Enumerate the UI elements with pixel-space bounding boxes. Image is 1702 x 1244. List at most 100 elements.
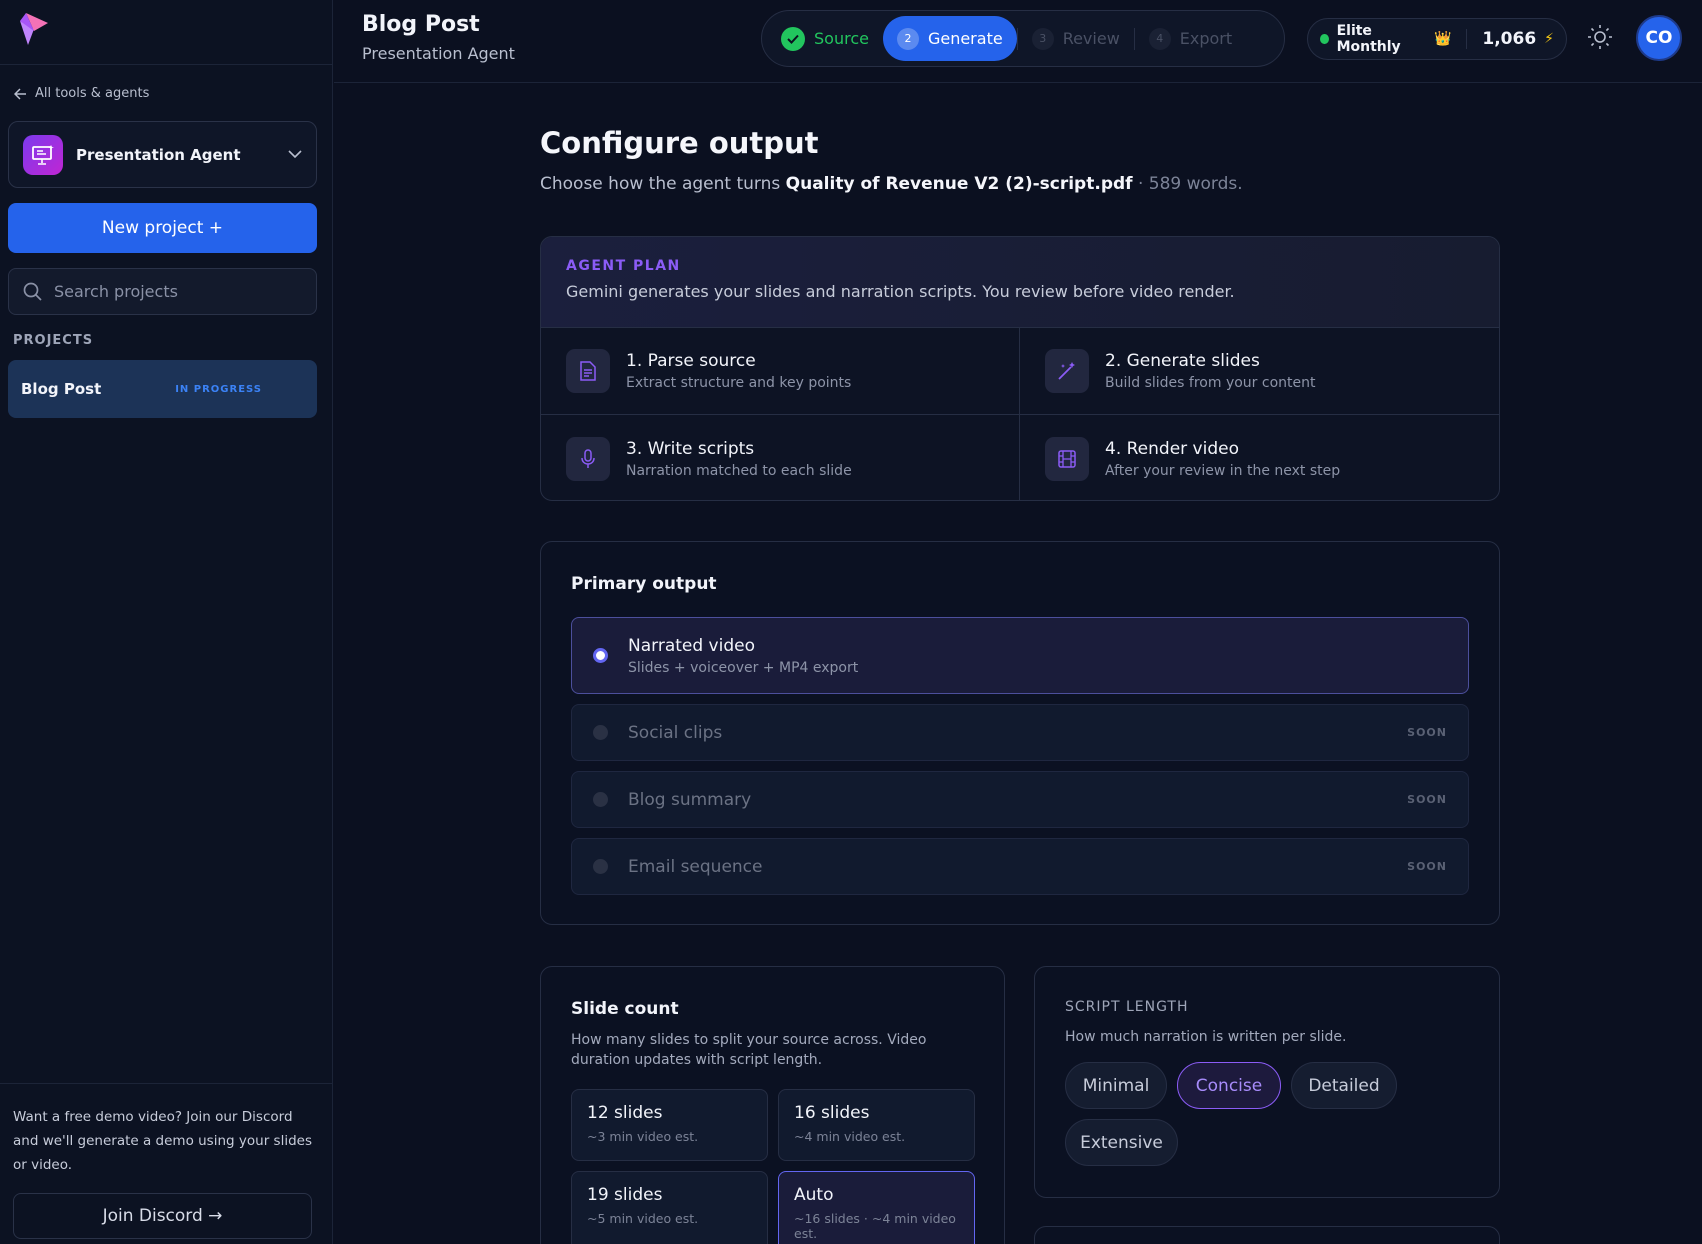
step-label: Generate: [927, 29, 1003, 48]
script-length-extensive[interactable]: Extensive: [1065, 1119, 1178, 1166]
slide-option-subtitle: ~16 slides · ~4 min video est.: [794, 1211, 956, 1241]
intro-prefix: Choose how the agent turns: [540, 174, 781, 194]
agent-name: Presentation Agent: [76, 145, 241, 164]
source-file-name: Quality of Revenue V2 (2)-script.pdf: [785, 174, 1133, 194]
output-option-social-clips: Social clips SOON: [571, 704, 1469, 761]
soon-badge: SOON: [1407, 793, 1447, 806]
slide-option-subtitle: ~5 min video est.: [587, 1211, 699, 1226]
document-icon: [566, 349, 610, 393]
project-name: Blog Post: [21, 380, 102, 398]
plan-step-title: 2. Generate slides: [1105, 351, 1260, 371]
presentation-icon: [23, 134, 63, 175]
radio-unselected: [593, 792, 608, 807]
output-option-narrated-video[interactable]: Narrated video Slides + voiceover + MP4 …: [571, 617, 1469, 694]
lightning-icon: ⚡: [1544, 31, 1554, 47]
configure-output-title: Configure output: [540, 126, 819, 160]
slide-option-19[interactable]: 19 slides ~5 min video est.: [571, 1171, 768, 1244]
option-subtitle: Slides + voiceover + MP4 export: [628, 659, 859, 676]
step-number: 4: [1148, 27, 1171, 50]
plan-credits-pill[interactable]: Elite Monthly 👑 1,066 ⚡: [1307, 18, 1567, 60]
script-length-card: SCRIPT LENGTH How much narration is writ…: [1034, 966, 1500, 1198]
slide-option-title: 16 slides: [794, 1103, 870, 1123]
check-icon: [781, 26, 805, 51]
agent-selector[interactable]: Presentation Agent: [8, 121, 317, 188]
search-box[interactable]: [8, 268, 317, 315]
option-title: Blog summary: [628, 789, 752, 810]
output-option-blog-summary: Blog summary SOON: [571, 771, 1469, 828]
film-icon: [1045, 436, 1089, 481]
script-length-label: SCRIPT LENGTH: [1065, 999, 1189, 1015]
step-label: Export: [1179, 29, 1233, 48]
plan-step: 2. Generate slides Build slides from you…: [1020, 328, 1499, 415]
all-tools-label: All tools & agents: [35, 86, 150, 101]
soon-badge: SOON: [1407, 726, 1447, 739]
script-length-concise[interactable]: Concise: [1177, 1062, 1281, 1109]
microphone-icon: [566, 436, 610, 481]
agent-plan-card: AGENT PLAN Gemini generates your slides …: [540, 236, 1500, 501]
magic-wand-icon: [1045, 349, 1089, 393]
slide-option-16[interactable]: 16 slides ~4 min video est.: [778, 1089, 975, 1161]
projects-heading: PROJECTS: [13, 333, 94, 348]
theme-toggle-sun-icon[interactable]: [1587, 24, 1613, 50]
page-title: Blog Post: [362, 12, 480, 37]
step-export[interactable]: 4 Export: [1135, 16, 1246, 61]
project-status-badge: IN PROGRESS: [175, 383, 262, 395]
status-dot: [1320, 34, 1329, 44]
step-number: 2: [896, 27, 919, 50]
word-count: 589 words.: [1148, 174, 1243, 194]
step-review[interactable]: 3 Review: [1018, 16, 1134, 61]
plan-step-subtitle: After your review in the next step: [1105, 462, 1341, 479]
agent-plan-label: AGENT PLAN: [566, 258, 681, 274]
plan-step: 4. Render video After your review in the…: [1020, 415, 1499, 500]
join-discord-button[interactable]: Join Discord →: [13, 1193, 312, 1239]
page-subtitle: Presentation Agent: [362, 44, 515, 63]
app-logo[interactable]: [18, 11, 50, 47]
progress-stepper: Source 2 Generate 3 Review 4 Export: [761, 10, 1285, 67]
output-option-email-sequence: Email sequence SOON: [571, 838, 1469, 895]
user-avatar[interactable]: CO: [1636, 15, 1682, 61]
plan-step: 1. Parse source Extract structure and ke…: [541, 328, 1020, 415]
radio-selected[interactable]: [593, 648, 608, 663]
step-generate[interactable]: 2 Generate: [882, 16, 1017, 61]
option-title: Social clips: [628, 722, 723, 743]
step-source[interactable]: Source: [767, 16, 883, 61]
slide-option-subtitle: ~4 min video est.: [794, 1129, 906, 1144]
sidebar-footer: Want a free demo video? Join our Discord…: [0, 1083, 333, 1244]
sidebar: All tools & agents Presentation Agent Ne…: [0, 0, 333, 1244]
all-tools-link[interactable]: All tools & agents: [14, 86, 149, 101]
agent-plan-header: AGENT PLAN Gemini generates your slides …: [541, 237, 1499, 328]
plan-step-title: 1. Parse source: [626, 351, 756, 371]
plan-step-title: 3. Write scripts: [626, 438, 755, 459]
plan-step-subtitle: Build slides from your content: [1105, 375, 1316, 391]
slide-option-12[interactable]: 12 slides ~3 min video est.: [571, 1089, 768, 1161]
crown-icon: 👑: [1434, 31, 1452, 47]
script-length-detailed[interactable]: Detailed: [1291, 1062, 1397, 1109]
credits-count: 1,066: [1482, 29, 1537, 49]
plan-step: 3. Write scripts Narration matched to ea…: [541, 415, 1020, 500]
pill-divider: [1465, 29, 1467, 49]
soon-badge: SOON: [1407, 860, 1447, 873]
slide-option-title: Auto: [794, 1185, 834, 1205]
discord-promo-text: Want a free demo video? Join our Discord…: [13, 1109, 312, 1173]
plan-name: Elite Monthly: [1336, 23, 1401, 55]
slide-option-auto[interactable]: Auto ~16 slides · ~4 min video est.: [778, 1171, 975, 1244]
slide-count-card: Slide count How many slides to split you…: [540, 966, 1005, 1244]
chevron-down-icon: [288, 150, 302, 159]
search-projects-input[interactable]: [54, 282, 294, 301]
agent-plan-steps: 1. Parse source Extract structure and ke…: [541, 328, 1499, 500]
intro-separator: ·: [1137, 174, 1144, 194]
slide-count-title: Slide count: [571, 999, 679, 1019]
next-settings-card: [1034, 1226, 1500, 1244]
slide-option-subtitle: ~3 min video est.: [587, 1129, 699, 1144]
radio-unselected: [593, 725, 608, 740]
new-project-button[interactable]: New project +: [8, 203, 317, 253]
primary-output-card: Primary output Narrated video Slides + v…: [540, 541, 1500, 925]
plan-step-subtitle: Narration matched to each slide: [626, 462, 852, 479]
plan-step-title: 4. Render video: [1105, 438, 1239, 459]
slide-count-description: How many slides to split your source acr…: [571, 1032, 927, 1068]
step-number: 3: [1031, 27, 1054, 50]
plan-step-subtitle: Extract structure and key points: [626, 375, 852, 391]
logo-row: [0, 0, 332, 65]
project-item[interactable]: Blog Post IN PROGRESS: [8, 360, 317, 418]
script-length-minimal[interactable]: Minimal: [1065, 1062, 1167, 1109]
